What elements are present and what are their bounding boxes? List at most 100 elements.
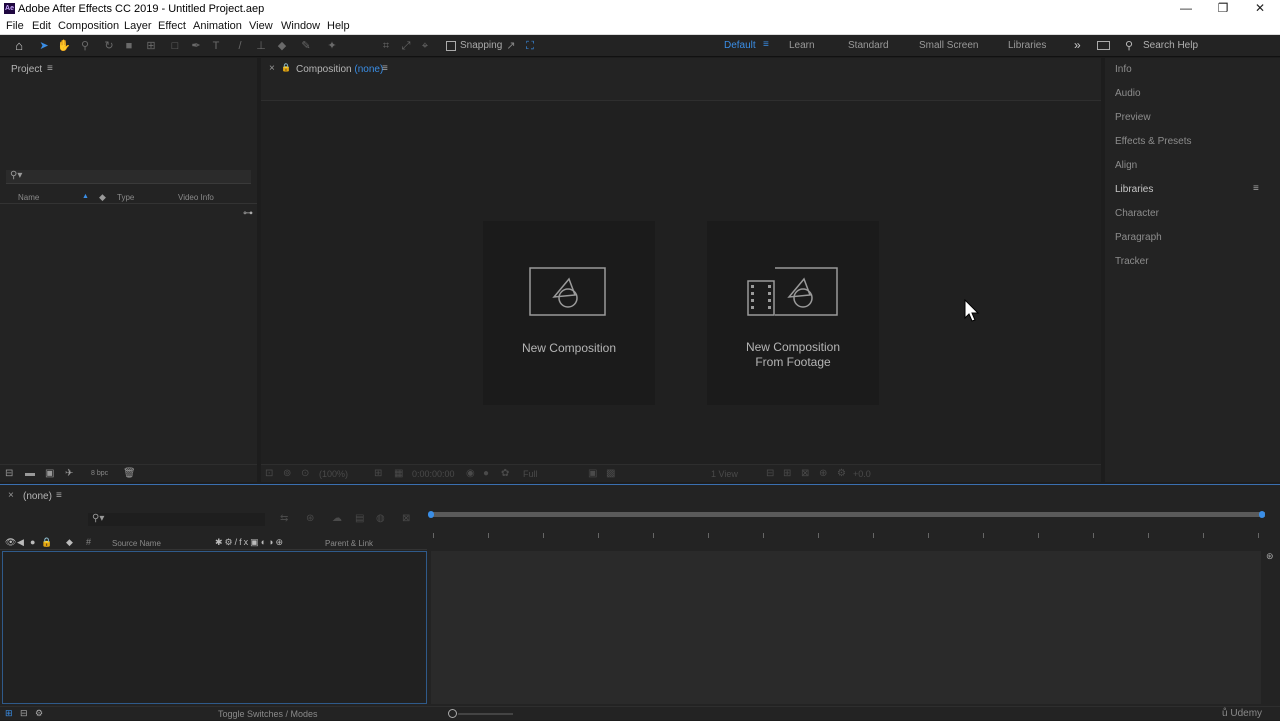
hand-tool-icon[interactable]: ✋ bbox=[56, 38, 72, 54]
fast-previews-icon[interactable]: ⊞ bbox=[783, 468, 791, 479]
interpret-footage-icon[interactable]: ⊟ bbox=[5, 468, 13, 479]
trash-icon[interactable]: 🗑 bbox=[123, 468, 136, 479]
panel-tracker[interactable]: Tracker bbox=[1115, 256, 1149, 267]
menu-help[interactable]: Help bbox=[327, 20, 350, 32]
resolution-select[interactable]: Full bbox=[523, 469, 538, 479]
transfer-controls-icon[interactable]: ⊟ bbox=[20, 708, 28, 719]
mask-visibility-icon[interactable]: ⊚ bbox=[283, 468, 291, 479]
video-eye-icon[interactable]: 👁 bbox=[5, 537, 16, 548]
layer-bars-area[interactable] bbox=[431, 551, 1261, 704]
graph-editor-icon[interactable]: ⊠ bbox=[402, 513, 410, 524]
workspace-standard[interactable]: Standard bbox=[848, 40, 889, 51]
zoom-slider-track[interactable] bbox=[458, 713, 513, 715]
rectangle-tool-icon[interactable]: □ bbox=[167, 38, 183, 54]
column-type[interactable]: Type bbox=[117, 193, 134, 202]
layer-switches-icon[interactable]: ⊞ bbox=[5, 708, 13, 719]
maximize-button[interactable]: ❐ bbox=[1205, 0, 1241, 18]
lock-icon[interactable]: 🔒 bbox=[281, 63, 291, 72]
new-folder-icon[interactable]: ▬ bbox=[25, 468, 35, 479]
toggle-switches-modes[interactable]: Toggle Switches / Modes bbox=[218, 709, 318, 719]
magnification-icon[interactable]: ⊙ bbox=[301, 468, 309, 479]
clone-stamp-tool-icon[interactable]: ⊥ bbox=[253, 38, 269, 54]
draft-3d-icon[interactable]: ⊛ bbox=[306, 513, 314, 524]
timeline-icon[interactable]: ⊠ bbox=[801, 468, 809, 479]
panel-libraries[interactable]: Libraries bbox=[1115, 184, 1153, 195]
work-area-bar[interactable] bbox=[430, 512, 1265, 517]
snapping-checkbox[interactable] bbox=[446, 41, 456, 51]
switches-icons[interactable]: ✱⚙/fx▣◐◑⊕ bbox=[215, 537, 285, 548]
camera-tool-icon[interactable]: ■ bbox=[121, 38, 137, 54]
menu-layer[interactable]: Layer bbox=[124, 20, 152, 32]
layer-number-icon[interactable]: # bbox=[86, 537, 91, 547]
layer-list[interactable] bbox=[2, 551, 427, 704]
composition-tab-title[interactable]: Composition (none) bbox=[296, 64, 383, 75]
label-tag-icon[interactable]: ◆ bbox=[66, 537, 73, 548]
search-help-field[interactable]: ⚲ Search Help bbox=[1121, 38, 1276, 54]
audio-icon[interactable]: ◀ bbox=[17, 537, 24, 548]
zoom-level[interactable]: (100%) bbox=[319, 469, 348, 479]
shy-icon[interactable]: ☁ bbox=[332, 513, 342, 524]
close-tab-icon[interactable]: × bbox=[8, 490, 14, 501]
type-tool-icon[interactable]: T bbox=[208, 38, 224, 54]
project-search-input[interactable]: ⚲▾ bbox=[6, 170, 251, 184]
local-axis-icon[interactable]: ⌗ bbox=[378, 38, 394, 54]
menu-effect[interactable]: Effect bbox=[158, 20, 186, 32]
panel-preview[interactable]: Preview bbox=[1115, 112, 1151, 123]
close-tab-icon[interactable]: × bbox=[269, 63, 275, 74]
roto-brush-tool-icon[interactable]: ✎ bbox=[298, 38, 314, 54]
grid-icon[interactable]: ⊞ bbox=[374, 468, 382, 479]
work-area-end-handle[interactable] bbox=[1259, 511, 1265, 518]
render-queue-icon[interactable]: ✈ bbox=[65, 468, 73, 479]
exposure-icon[interactable]: ⚙ bbox=[837, 468, 846, 479]
menu-edit[interactable]: Edit bbox=[32, 20, 51, 32]
column-name[interactable]: Name bbox=[18, 193, 39, 202]
world-axis-icon[interactable]: ⤢ bbox=[398, 38, 414, 54]
panel-info[interactable]: Info bbox=[1115, 64, 1132, 75]
channel-icon[interactable]: ● bbox=[483, 468, 489, 479]
menu-animation[interactable]: Animation bbox=[193, 20, 242, 32]
more-workspaces-icon[interactable]: » bbox=[1074, 38, 1081, 52]
column-parent-link[interactable]: Parent & Link bbox=[325, 539, 373, 548]
panel-character[interactable]: Character bbox=[1115, 208, 1159, 219]
flowchart-icon[interactable]: ⊕ bbox=[819, 468, 827, 479]
menu-window[interactable]: Window bbox=[281, 20, 320, 32]
selection-tool-icon[interactable]: ➤ bbox=[36, 38, 52, 54]
region-of-interest-icon[interactable]: ▣ bbox=[588, 468, 597, 479]
toggle-transparency-grid-icon[interactable]: ▩ bbox=[606, 468, 615, 479]
composition-menu-icon[interactable]: ≡ bbox=[382, 63, 388, 74]
brush-tool-icon[interactable]: / bbox=[232, 38, 248, 54]
comp-button-icon[interactable]: ⊛ bbox=[1266, 551, 1274, 562]
panel-paragraph[interactable]: Paragraph bbox=[1115, 232, 1162, 243]
workspace-default[interactable]: Default bbox=[724, 40, 756, 51]
puppet-pin-tool-icon[interactable]: ✦ bbox=[324, 38, 340, 54]
home-icon[interactable]: ⌂ bbox=[11, 38, 27, 54]
menu-composition[interactable]: Composition bbox=[58, 20, 119, 32]
work-area-start-handle[interactable] bbox=[428, 511, 434, 518]
panel-audio[interactable]: Audio bbox=[1115, 88, 1141, 99]
new-composition-from-footage-card[interactable]: New Composition From Footage bbox=[707, 221, 879, 405]
snap-options-icon[interactable]: ↗ bbox=[503, 38, 519, 54]
workspace-small-screen[interactable]: Small Screen bbox=[919, 40, 978, 51]
new-composition-icon[interactable]: ▣ bbox=[45, 468, 54, 479]
workspace-learn[interactable]: Learn bbox=[789, 40, 815, 51]
frame-blending-icon[interactable]: ▤ bbox=[355, 513, 364, 524]
workspace-libraries[interactable]: Libraries bbox=[1008, 40, 1046, 51]
exposure-value[interactable]: +0.0 bbox=[853, 469, 871, 479]
pan-behind-tool-icon[interactable]: ⊞ bbox=[143, 38, 159, 54]
workspace-panel-icon[interactable] bbox=[1097, 41, 1110, 50]
transparency-icon[interactable]: ▦ bbox=[394, 468, 403, 479]
always-preview-icon[interactable]: ⊡ bbox=[265, 468, 273, 479]
workspace-menu-icon[interactable]: ≡ bbox=[763, 39, 769, 50]
panel-align[interactable]: Align bbox=[1115, 160, 1137, 171]
color-icon[interactable]: ✿ bbox=[501, 468, 509, 479]
new-composition-card[interactable]: New Composition bbox=[483, 221, 655, 405]
view-axis-icon[interactable]: ⌖ bbox=[417, 38, 433, 54]
label-tag-icon[interactable]: ◆ bbox=[99, 192, 106, 203]
menu-file[interactable]: File bbox=[6, 20, 24, 32]
menu-view[interactable]: View bbox=[249, 20, 273, 32]
libraries-menu-icon[interactable]: ≡ bbox=[1253, 183, 1259, 194]
bit-depth-button[interactable]: 8 bpc bbox=[91, 470, 108, 477]
render-time-icon[interactable]: ⚙ bbox=[35, 708, 43, 719]
composition-viewer[interactable]: New Composition New Composition From Foo… bbox=[261, 100, 1101, 464]
panel-effects-presets[interactable]: Effects & Presets bbox=[1115, 136, 1192, 147]
